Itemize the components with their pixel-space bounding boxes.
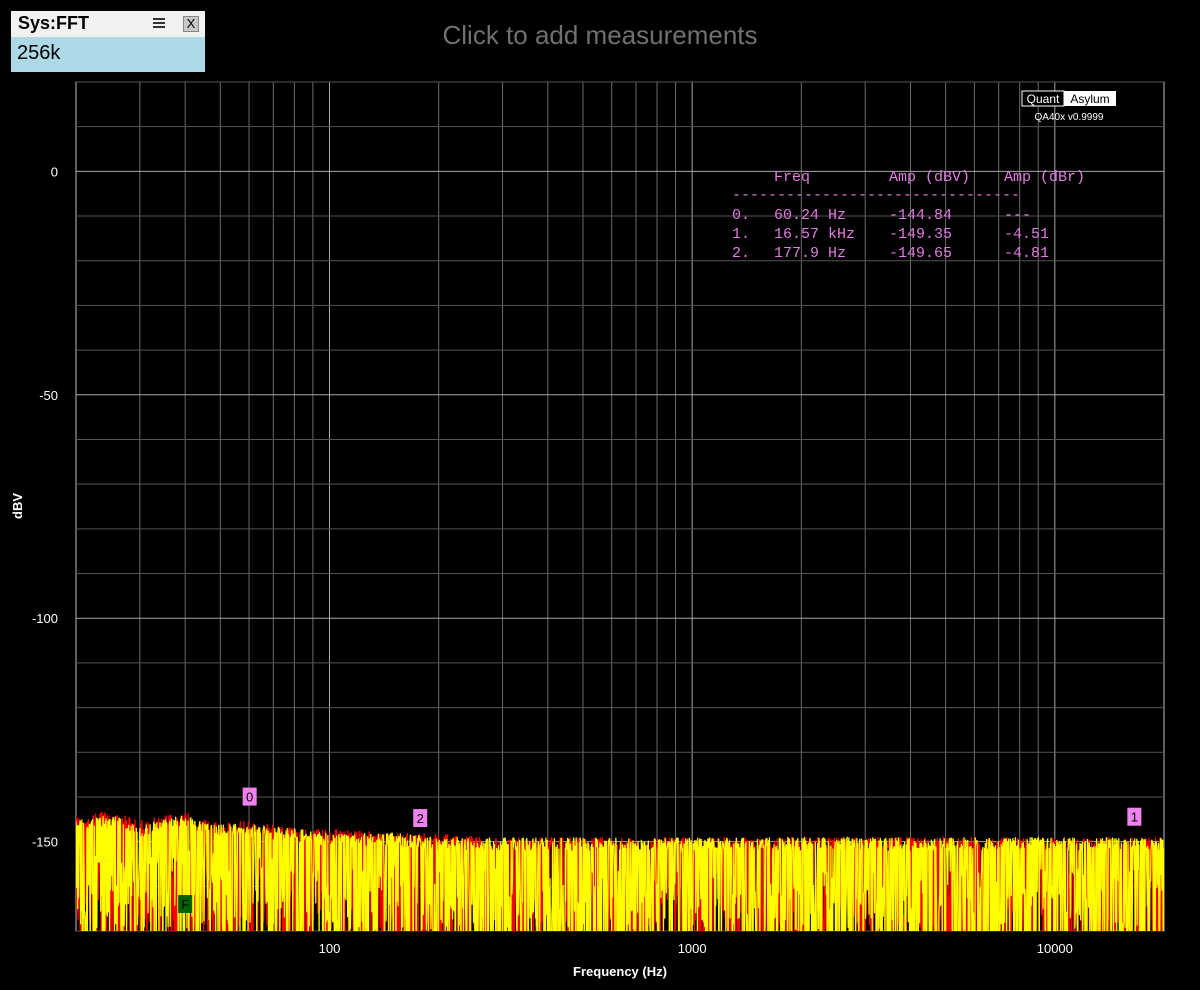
row-2-dbr: -4.81 bbox=[1004, 245, 1049, 262]
row-2-amp: -149.65 bbox=[889, 245, 952, 262]
x-tick-label: 10000 bbox=[1037, 941, 1073, 956]
logo-text-asylum: Asylum bbox=[1070, 92, 1109, 106]
y-tick-label: -50 bbox=[39, 388, 58, 403]
quantasylum-logo: Quant Asylum QA40x v0.9999 bbox=[1021, 90, 1116, 123]
logo-text-quant: Quant bbox=[1027, 92, 1060, 106]
col-header-amp-dbr: Amp (dBr) bbox=[1004, 169, 1085, 186]
measurement-table: Freq Amp (dBV) Amp (dBr) ---------------… bbox=[732, 169, 1085, 262]
version-text: QA40x v0.9999 bbox=[1035, 112, 1104, 123]
y-tick-label: 0 bbox=[51, 164, 58, 179]
f-marker-label: F bbox=[181, 897, 189, 912]
y-tick-label: -100 bbox=[32, 611, 58, 626]
table-separator: -------------------------------- bbox=[732, 187, 1020, 204]
plot-frame bbox=[75, 81, 1165, 932]
row-2-freq: 177.9 Hz bbox=[774, 245, 846, 262]
row-0-index: 0. bbox=[732, 207, 750, 224]
row-1-freq: 16.57 kHz bbox=[774, 226, 855, 243]
col-header-freq: Freq bbox=[774, 169, 810, 186]
row-2-index: 2. bbox=[732, 245, 750, 262]
row-0-freq: 60.24 Hz bbox=[774, 207, 846, 224]
row-1-amp: -149.35 bbox=[889, 226, 952, 243]
x-tick-label: 1000 bbox=[678, 941, 707, 956]
x-tick-label: 100 bbox=[319, 941, 341, 956]
marker-0-label: 0 bbox=[246, 790, 253, 805]
col-header-amp-dbv: Amp (dBV) bbox=[889, 169, 970, 186]
grid bbox=[76, 81, 1164, 932]
row-1-index: 1. bbox=[732, 226, 750, 243]
x-axis-label: Frequency (Hz) bbox=[573, 964, 667, 979]
y-axis-label: dBV bbox=[10, 493, 25, 519]
row-0-dbr: --- bbox=[1004, 207, 1031, 224]
marker-2-label: 2 bbox=[417, 811, 424, 826]
row-0-amp: -144.84 bbox=[889, 207, 952, 224]
y-tick-label: -150 bbox=[32, 835, 58, 850]
row-1-dbr: -4.51 bbox=[1004, 226, 1049, 243]
spectrum-traces bbox=[76, 811, 1164, 931]
fft-chart[interactable]: 100 1000 100000-50-100-150 Frequency (Hz) … bbox=[0, 0, 1200, 990]
marker-1-label: 1 bbox=[1131, 810, 1138, 825]
